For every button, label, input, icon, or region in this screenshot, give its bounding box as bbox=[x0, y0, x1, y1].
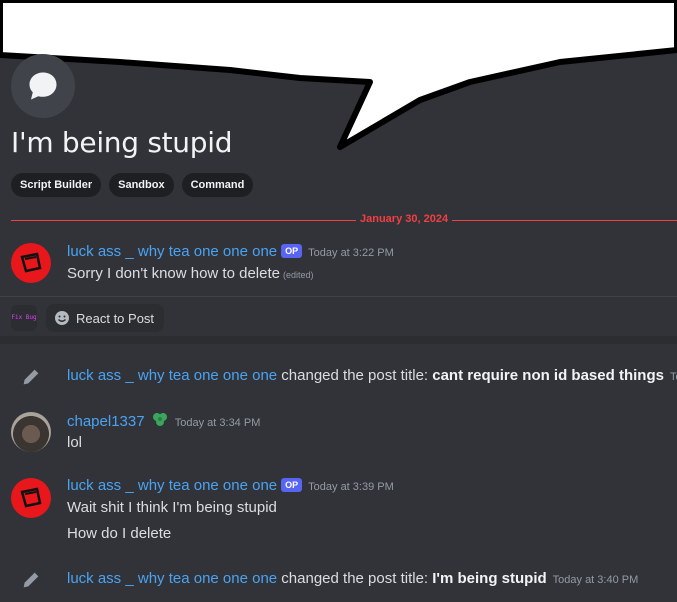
system-text: luck ass _ why tea one one one changed t… bbox=[67, 570, 638, 587]
op-badge: OP bbox=[281, 244, 303, 258]
new-post-title: I'm being stupid bbox=[432, 570, 547, 587]
author-row: chapel1337 Today at 3:34 PM bbox=[67, 412, 260, 430]
message: luck ass _ why tea one one one OP Today at… bbox=[0, 476, 677, 546]
timestamp: Today at 3:22 PM bbox=[308, 247, 394, 259]
message-content: Sorry I don't know how to delete bbox=[67, 265, 280, 282]
message-text: lol bbox=[67, 434, 83, 451]
system-text: luck ass _ why tea one one one changed t… bbox=[67, 367, 677, 384]
pencil-icon bbox=[23, 572, 39, 588]
author-row: luck ass _ why tea one one one OP Today at… bbox=[67, 477, 394, 494]
avatar[interactable] bbox=[11, 412, 51, 452]
author-name[interactable]: luck ass _ why tea one one one bbox=[67, 477, 277, 494]
chat-bubble-icon bbox=[29, 72, 57, 100]
fixbug-label: Fix Bug bbox=[11, 314, 37, 321]
first-post: luck ass _ why tea one one one OP Today at… bbox=[0, 241, 677, 291]
author-row: luck ass _ why tea one one one OP Today at… bbox=[67, 243, 394, 260]
emoji-icon bbox=[55, 311, 69, 325]
react-label: React to Post bbox=[76, 310, 155, 326]
author-name[interactable]: luck ass _ why tea one one one bbox=[67, 243, 277, 260]
tag-command[interactable]: Command bbox=[181, 173, 254, 197]
tag-sandbox[interactable]: Sandbox bbox=[109, 173, 174, 197]
pencil-icon bbox=[23, 369, 39, 385]
tag-script-builder[interactable]: Script Builder bbox=[11, 173, 102, 197]
section-separator bbox=[0, 336, 677, 344]
fixbug-emoji-icon[interactable]: Fix Bug bbox=[11, 305, 37, 331]
leaf-icon bbox=[152, 413, 167, 426]
system-message: luck ass _ why tea one one one changed t… bbox=[0, 569, 677, 593]
system-action: changed the post title: bbox=[277, 367, 433, 384]
author-name[interactable]: luck ass _ why tea one one one bbox=[67, 367, 277, 384]
avatar[interactable] bbox=[11, 243, 51, 283]
reaction-bar: Fix Bug React to Post bbox=[0, 296, 677, 337]
timestamp: Today at 3:34 PM bbox=[174, 417, 261, 429]
timestamp: Today at 3:39 PM bbox=[308, 481, 394, 493]
message-text: How do I delete bbox=[67, 525, 172, 542]
edited-label: (edited) bbox=[282, 270, 314, 280]
avatar[interactable] bbox=[11, 478, 51, 518]
system-action: changed the post title: bbox=[277, 570, 433, 587]
system-message: luck ass _ why tea one one one changed t… bbox=[0, 366, 677, 390]
react-to-post-button[interactable]: React to Post bbox=[46, 304, 165, 332]
new-post-title: cant require non id based things bbox=[432, 367, 664, 384]
message-text: Wait shit I think I'm being stupid bbox=[67, 499, 277, 516]
author-name[interactable]: luck ass _ why tea one one one bbox=[67, 570, 277, 587]
date-divider bbox=[11, 220, 677, 221]
tag-list: Script Builder Sandbox Command bbox=[11, 173, 254, 197]
page-title: I'm being stupid bbox=[11, 126, 233, 159]
cup-logo-icon bbox=[20, 252, 42, 273]
message-text: Sorry I don't know how to delete (edited) bbox=[67, 265, 314, 282]
message: chapel1337 Today at 3:34 PM lol bbox=[0, 410, 677, 455]
cup-logo-icon bbox=[20, 487, 42, 508]
author-name[interactable]: chapel1337 bbox=[67, 413, 145, 430]
date-divider-label: January 30, 2024 bbox=[356, 213, 453, 225]
timestamp: To bbox=[669, 371, 677, 383]
thread-icon bbox=[11, 54, 75, 118]
timestamp: Today at 3:40 PM bbox=[552, 574, 639, 586]
op-badge: OP bbox=[281, 478, 303, 492]
